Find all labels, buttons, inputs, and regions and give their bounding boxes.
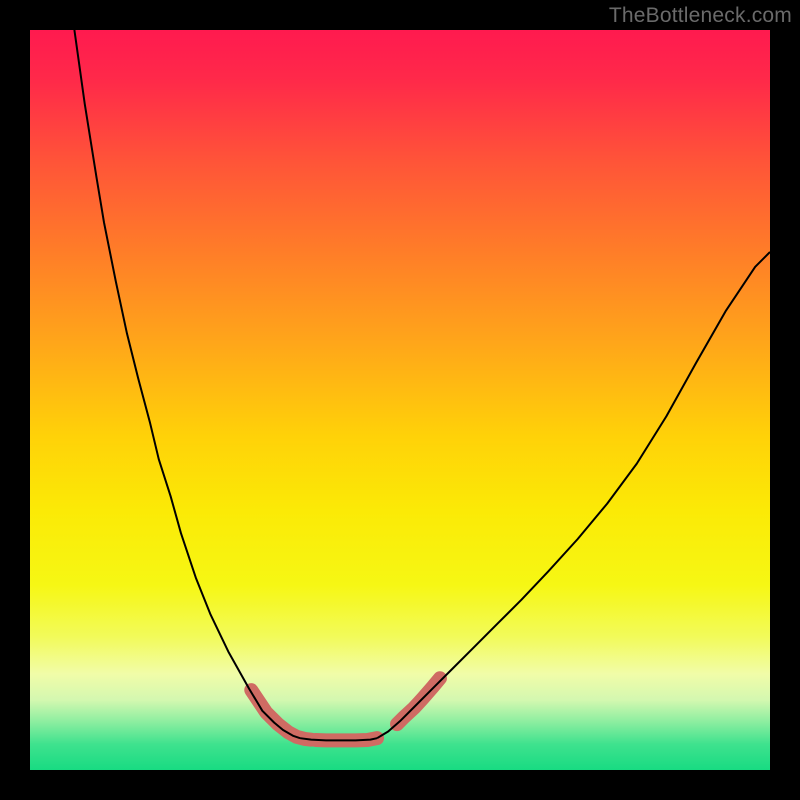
plot-area <box>30 30 770 770</box>
chart-container: TheBottleneck.com <box>0 0 800 800</box>
watermark-text: TheBottleneck.com <box>609 4 792 28</box>
background-gradient <box>30 30 770 770</box>
